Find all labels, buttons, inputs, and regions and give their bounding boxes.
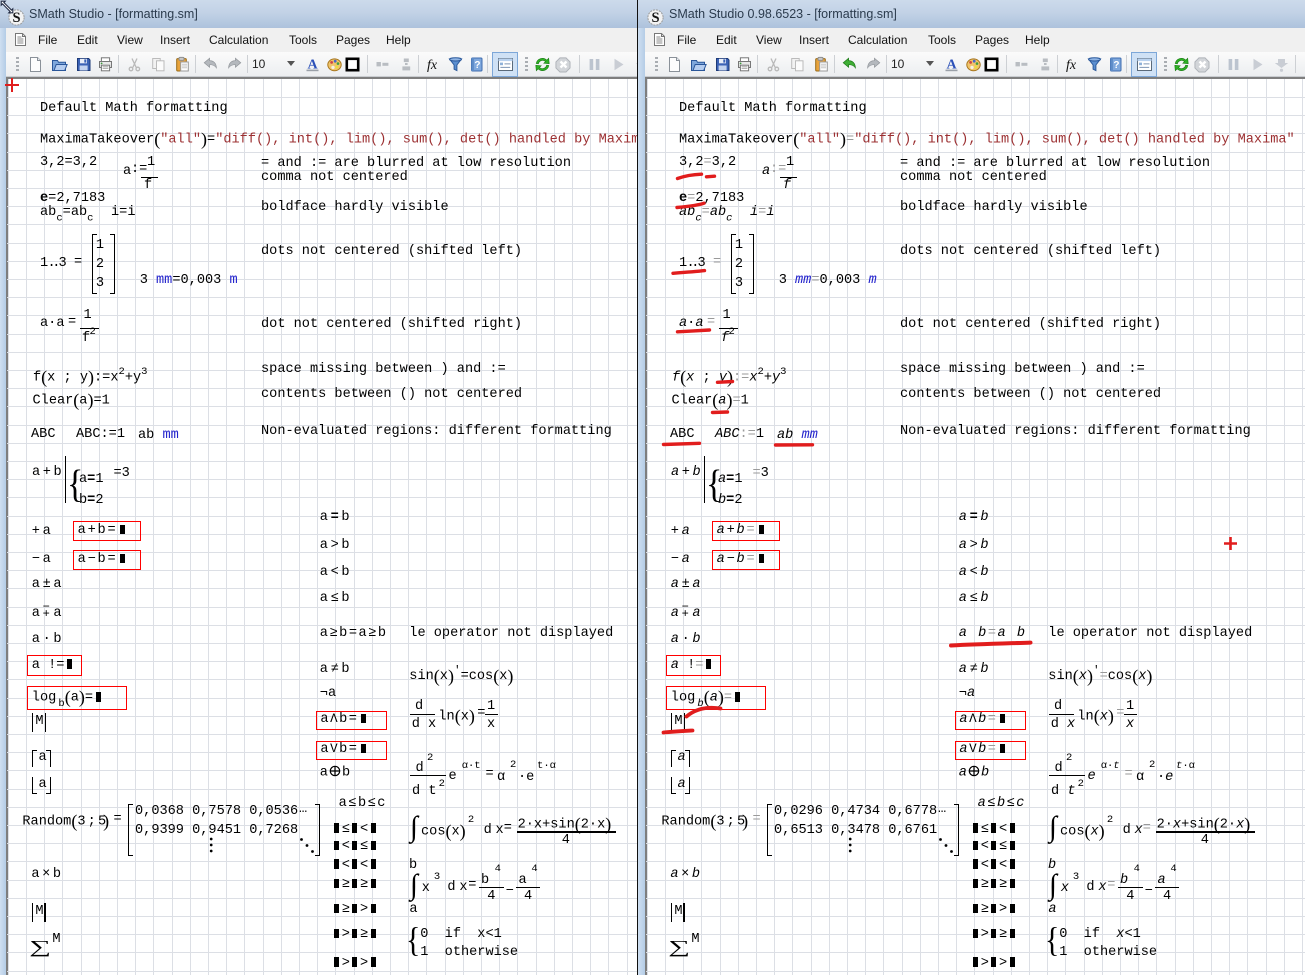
svg-text:S: S xyxy=(651,10,659,26)
svg-text:fx: fx xyxy=(427,58,438,73)
svg-text:?: ? xyxy=(474,60,480,71)
svg-text:?: ? xyxy=(1113,60,1119,71)
svg-text:fx: fx xyxy=(1066,58,1077,73)
